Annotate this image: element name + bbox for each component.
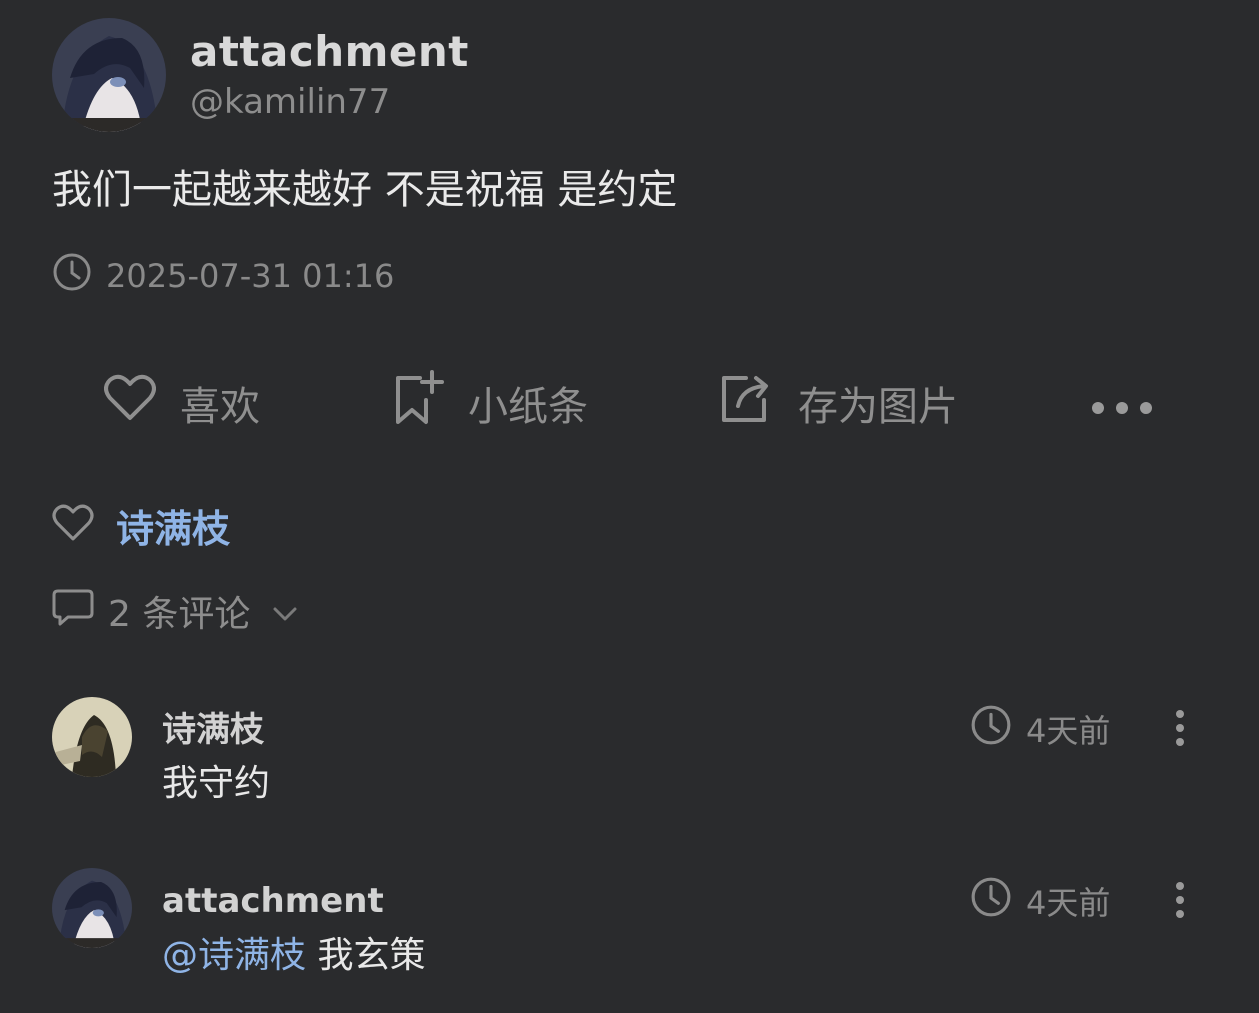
comment-time-text: 4天前 bbox=[1026, 712, 1111, 750]
likes-row: 诗满枝 bbox=[52, 498, 230, 553]
comment-avatar[interactable] bbox=[52, 697, 132, 777]
heart-icon bbox=[52, 504, 94, 546]
chevron-down-icon bbox=[272, 591, 298, 632]
comment-text-body: 我玄策 bbox=[306, 935, 426, 976]
comment-time-text: 4天前 bbox=[1026, 884, 1111, 922]
bookmark-plus-icon bbox=[392, 370, 468, 436]
more-options-button[interactable] bbox=[1090, 378, 1178, 448]
comment-menu-button[interactable] bbox=[1172, 708, 1188, 752]
clock-icon bbox=[970, 876, 1026, 926]
comments-count: 2 条评论 bbox=[108, 594, 251, 635]
comment-bubble-icon bbox=[52, 588, 94, 635]
comment-avatar[interactable] bbox=[52, 868, 132, 948]
heart-icon bbox=[104, 374, 180, 432]
comment-menu-button[interactable] bbox=[1172, 880, 1188, 924]
comment-text: @诗满枝 我玄策 bbox=[162, 932, 425, 980]
mention-link[interactable]: @诗满枝 bbox=[162, 935, 306, 976]
author-name[interactable]: attachment bbox=[190, 26, 469, 78]
like-label: 喜欢 bbox=[180, 384, 260, 430]
clock-icon bbox=[52, 252, 106, 300]
note-button[interactable]: 小纸条 bbox=[392, 368, 588, 438]
note-label: 小纸条 bbox=[468, 384, 588, 430]
liker-name[interactable]: 诗满枝 bbox=[116, 498, 230, 553]
comments-toggle[interactable]: 2 条评论 bbox=[52, 586, 298, 636]
clock-icon bbox=[970, 704, 1026, 754]
comment-time: 4天前 bbox=[970, 704, 1111, 754]
comment-author[interactable]: attachment bbox=[162, 879, 384, 923]
post-body: 我们一起越来越好 不是祝福 是约定 bbox=[52, 167, 678, 213]
more-vertical-icon bbox=[1172, 710, 1188, 752]
more-horizontal-icon bbox=[1090, 384, 1178, 442]
author-avatar[interactable] bbox=[52, 18, 166, 132]
share-image-icon bbox=[720, 372, 798, 434]
comment-text: 我守约 bbox=[162, 763, 271, 804]
author-handle: @kamilin77 bbox=[190, 82, 391, 122]
timestamp-text: 2025-07-31 01:16 bbox=[106, 257, 395, 295]
more-vertical-icon bbox=[1172, 882, 1188, 924]
save-image-button[interactable]: 存为图片 bbox=[720, 368, 958, 438]
post-timestamp: 2025-07-31 01:16 bbox=[52, 252, 394, 300]
save-label: 存为图片 bbox=[798, 384, 958, 430]
comment-time: 4天前 bbox=[970, 876, 1111, 926]
like-button[interactable]: 喜欢 bbox=[104, 368, 260, 438]
comment-author[interactable]: 诗满枝 bbox=[162, 708, 264, 752]
